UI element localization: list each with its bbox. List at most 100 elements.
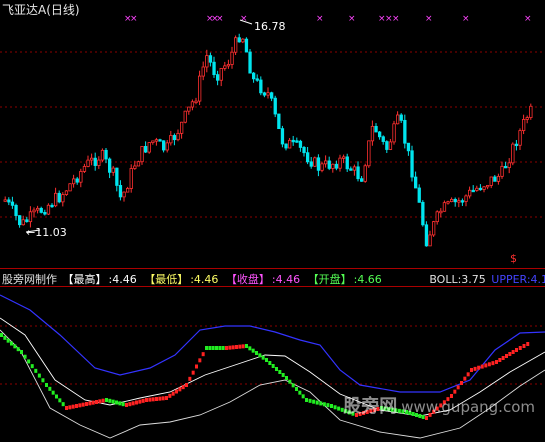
indicator-step [0, 333, 3, 337]
indicator-step [330, 404, 333, 408]
price-annotations: 16.78 ←11.03 $ [25, 19, 517, 265]
close-item: 【收盘】:4.46 [226, 273, 302, 286]
candle-body [345, 156, 349, 170]
indicator-step [511, 350, 515, 354]
candle-body [302, 147, 306, 154]
signal-crosses: ×× ××× × × × × × × × × × [124, 14, 532, 24]
candle-body [251, 72, 256, 80]
grid-lines [0, 51, 545, 385]
indicator-step [13, 344, 17, 349]
indicator-step [312, 399, 316, 404]
candle-body [100, 149, 105, 161]
indicator-step [131, 401, 135, 406]
candle-body [518, 130, 522, 146]
indicator-step [88, 401, 92, 406]
signal-cross-mark: × [316, 14, 324, 24]
low-item: 【最低】:4.46 [144, 273, 220, 286]
chart-title: 飞亚达A(日线) [2, 1, 80, 18]
indicator-step [105, 398, 108, 402]
candle-body [79, 171, 83, 183]
indicator-step [111, 399, 115, 404]
candle-body [298, 140, 303, 148]
indicator-step [78, 403, 82, 408]
candle-body [359, 178, 364, 182]
signal-cross-mark: × [462, 14, 470, 24]
candle-body [377, 131, 382, 138]
indicator-step [235, 345, 238, 349]
low-price-label: ←11.03 [26, 226, 67, 239]
candle-body [50, 204, 54, 208]
indicator-step [85, 402, 88, 406]
candle-body [143, 146, 148, 153]
indicator-step [322, 402, 326, 407]
candle-body [514, 143, 519, 147]
indicator-step [61, 402, 65, 407]
candle-body [305, 152, 310, 163]
indicator-step [487, 362, 491, 367]
indicator-step [466, 372, 470, 377]
candle-body [467, 189, 472, 197]
indicator-step [45, 383, 48, 387]
candle-body [313, 157, 317, 167]
candle-body [435, 211, 439, 223]
indicator-step [185, 383, 188, 387]
indicator-step [281, 373, 285, 377]
indicator-step [138, 399, 142, 404]
candle-body [133, 165, 137, 169]
candle-body [140, 146, 144, 163]
candle-body [374, 125, 378, 133]
indicator-step [245, 344, 248, 348]
indicator-step [178, 387, 182, 392]
candle-body [64, 190, 69, 195]
low-label: 【最低】 [144, 273, 189, 286]
candle-body [57, 192, 61, 203]
candle-body [194, 100, 198, 103]
candle-body [118, 185, 123, 198]
signal-dollar-marker: $ [510, 252, 517, 265]
candle-body [478, 187, 483, 191]
candle-body [421, 201, 425, 226]
candle-body [172, 135, 177, 141]
candle-body [453, 198, 457, 203]
indicator-step [148, 397, 152, 402]
candle-body [21, 219, 25, 226]
indicator-step [171, 391, 175, 396]
candle-body [205, 55, 209, 68]
candle-body [219, 67, 223, 81]
candle-body [43, 212, 47, 215]
signal-cross-mark: × [524, 14, 532, 24]
candle-body [68, 183, 72, 192]
indicator-step [518, 346, 522, 350]
indicator-step [258, 353, 262, 358]
candle-body [237, 37, 241, 43]
indicator-step [20, 350, 23, 354]
candle-body [233, 37, 238, 53]
watermark: 股旁网 www.gupang.com [343, 392, 535, 418]
indicator-step [128, 402, 132, 407]
indicator-step [34, 368, 38, 373]
indicator-step [231, 345, 235, 350]
candle-body [471, 189, 475, 193]
indicator-step [505, 354, 508, 358]
candle-body [97, 159, 101, 166]
indicator-step [508, 352, 512, 356]
candle-body [399, 114, 403, 121]
candle-body [460, 200, 465, 203]
indicator-step [23, 354, 27, 359]
candle-body [82, 166, 87, 172]
candle-body [323, 160, 328, 165]
indicator-step [522, 344, 526, 348]
indicator-step [238, 344, 242, 349]
candle-body [190, 101, 195, 108]
candle-body [367, 140, 371, 167]
indicator-step [248, 346, 252, 351]
candle-body [187, 106, 191, 112]
candle-body [496, 175, 501, 182]
indicator-step [141, 398, 145, 403]
candle-body [39, 207, 43, 213]
indicator-step [228, 345, 232, 350]
candle-body [522, 119, 526, 132]
candle-body [72, 178, 76, 185]
candle-body [410, 150, 414, 178]
candle-body [320, 163, 324, 171]
